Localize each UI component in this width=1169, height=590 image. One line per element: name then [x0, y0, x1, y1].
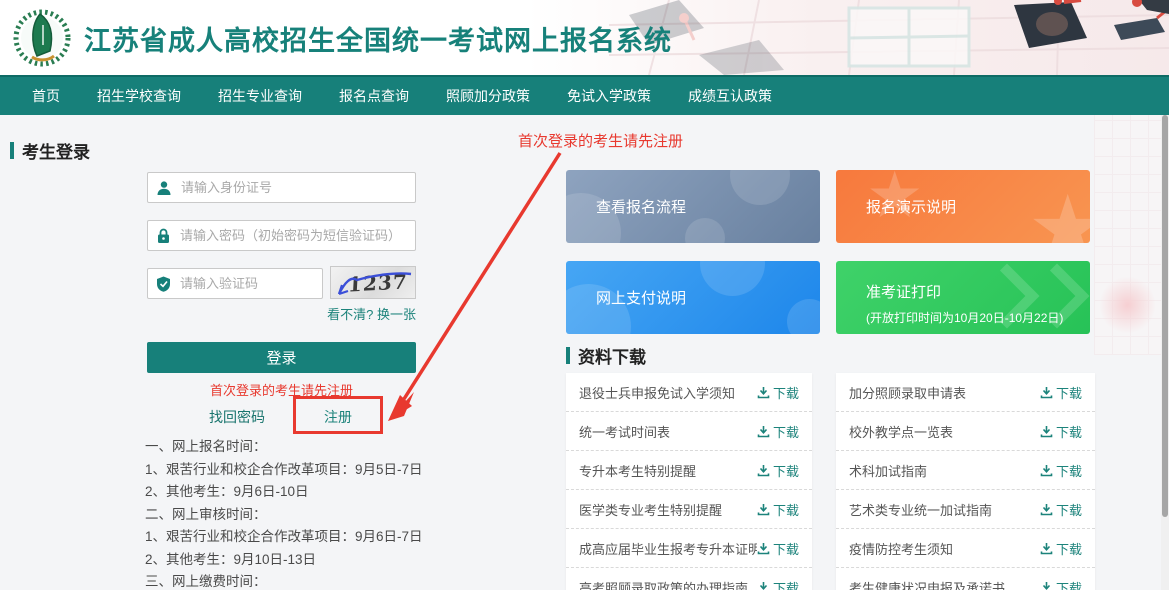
download-icon [757, 503, 770, 516]
nav-item-bonus-policy[interactable]: 照顾加分政策 [440, 77, 536, 115]
star-decoration: ★ [1027, 176, 1090, 243]
card-ticket-label: 准考证打印 [866, 281, 941, 302]
shield-check-icon [156, 276, 171, 292]
id-number-input[interactable] [181, 180, 407, 195]
section-accent-bar [566, 347, 570, 364]
download-icon [757, 464, 770, 477]
refresh-captcha-link[interactable]: 看不清? 换一张 [300, 304, 416, 323]
download-item: 医学类专业考生特别提醒 下载 [566, 490, 812, 529]
download-item: 退役士兵申报免试入学须知 下载 [566, 373, 812, 412]
download-icon [1040, 464, 1053, 477]
page-header: 江苏省成人高校招生全国统一考试网上报名系统 [0, 0, 1169, 75]
download-icon [757, 542, 770, 555]
card-view-flow[interactable]: 查看报名流程 [566, 170, 820, 243]
download-icon [1040, 581, 1053, 590]
download-link[interactable]: 下载 [1040, 461, 1082, 480]
password-input[interactable] [180, 228, 407, 243]
main-nav: 首页 招生学校查询 招生专业查询 报名点查询 照顾加分政策 免试入学政策 成绩互… [0, 75, 1169, 115]
card-payment-label: 网上支付说明 [596, 287, 686, 308]
register-annotation: 首次登录的考生请先注册 [518, 130, 683, 151]
download-icon [757, 425, 770, 438]
downloads-section-header: 资料下载 [566, 343, 646, 368]
card-admission-ticket[interactable]: 准考证打印 (开放打印时间为10月20日-10月22日) [836, 261, 1090, 334]
downloads-section-title: 资料下载 [578, 343, 646, 368]
download-link[interactable]: 下载 [757, 578, 799, 590]
download-link[interactable]: 下载 [1040, 500, 1082, 519]
login-section-header: 考生登录 [10, 138, 90, 163]
nav-item-score-policy[interactable]: 成绩互认政策 [682, 77, 778, 115]
id-number-field[interactable] [147, 172, 416, 203]
download-icon [1040, 425, 1053, 438]
downloads-right-panel: 加分照顾录取申请表 下载 校外教学点一览表 下载 术科加试指南 下载 艺术类专业… [836, 373, 1095, 590]
card-demo[interactable]: ★ ★ 报名演示说明 [836, 170, 1090, 243]
forgot-password-link[interactable]: 找回密码 [209, 407, 265, 427]
password-field[interactable] [147, 220, 416, 251]
first-login-note: 首次登录的考生请先注册 [147, 380, 416, 399]
login-section-title: 考生登录 [22, 138, 90, 163]
campus-photo-decoration [609, 0, 1169, 75]
download-link[interactable]: 下载 [757, 461, 799, 480]
download-item: 艺术类专业统一加试指南 下载 [836, 490, 1095, 529]
download-link[interactable]: 下载 [757, 500, 799, 519]
download-link[interactable]: 下载 [757, 383, 799, 402]
captcha-image[interactable]: 1237 [330, 266, 416, 299]
download-icon [757, 581, 770, 590]
download-item: 加分照顾录取申请表 下载 [836, 373, 1095, 412]
card-demo-label: 报名演示说明 [866, 196, 956, 217]
download-icon [757, 386, 770, 399]
download-item: 高考照顾录取政策的办理指南 下载 [566, 568, 812, 590]
nav-item-school-query[interactable]: 招生学校查询 [91, 77, 187, 115]
download-link[interactable]: 下载 [757, 422, 799, 441]
card-payment[interactable]: 网上支付说明 [566, 261, 820, 334]
download-item: 考生健康状况申报及承诺书 下载 [836, 568, 1095, 590]
download-item: 统一考试时间表 下载 [566, 412, 812, 451]
download-link[interactable]: 下载 [757, 539, 799, 558]
section-accent-bar [10, 142, 14, 159]
card-ticket-subtitle: (开放打印时间为10月20日-10月22日) [866, 309, 1063, 326]
download-item: 校外教学点一览表 下载 [836, 412, 1095, 451]
schedule-line: 2、其他考生：9月10日-13日 [145, 549, 565, 572]
download-link[interactable]: 下载 [1040, 539, 1082, 558]
lock-icon [156, 228, 171, 244]
download-link[interactable]: 下载 [1040, 578, 1082, 590]
downloads-left-panel: 退役士兵申报免试入学须知 下载 统一考试时间表 下载 专升本考生特别提醒 下载 … [566, 373, 812, 590]
scrollbar-thumb[interactable] [1162, 115, 1168, 517]
site-title: 江苏省成人高校招生全国统一考试网上报名系统 [84, 19, 672, 58]
registration-schedule: 一、网上报名时间： 1、艰苦行业和校企合作改革项目：9月5日-7日 2、其他考生… [145, 436, 565, 590]
download-item: 成高应届毕业生报考专升本证明 下载 [566, 529, 812, 568]
nav-item-exempt-policy[interactable]: 免试入学政策 [561, 77, 657, 115]
site-logo [10, 5, 74, 69]
download-item: 专升本考生特别提醒 下载 [566, 451, 812, 490]
schedule-line: 1、艰苦行业和校企合作改革项目：9月5日-7日 [145, 459, 565, 482]
download-item: 术科加试指南 下载 [836, 451, 1095, 490]
background-blob [1100, 275, 1155, 335]
user-icon [156, 180, 172, 196]
nav-item-major-query[interactable]: 招生专业查询 [212, 77, 308, 115]
nav-item-home[interactable]: 首页 [26, 77, 66, 115]
schedule-line: 二、网上审核时间： [145, 504, 565, 527]
download-icon [1040, 503, 1053, 516]
schedule-line: 三、网上缴费时间： [145, 571, 565, 590]
nav-item-site-query[interactable]: 报名点查询 [333, 77, 415, 115]
download-icon [1040, 386, 1053, 399]
schedule-line: 一、网上报名时间： [145, 436, 565, 459]
captcha-field[interactable] [147, 268, 323, 299]
login-button[interactable]: 登录 [147, 342, 416, 373]
download-link[interactable]: 下载 [1040, 422, 1082, 441]
schedule-line: 2、其他考生：9月6日-10日 [145, 481, 565, 504]
card-view-flow-label: 查看报名流程 [596, 196, 686, 217]
download-item: 疫情防控考生须知 下载 [836, 529, 1095, 568]
download-icon [1040, 542, 1053, 555]
schedule-line: 1、艰苦行业和校企合作改革项目：9月6日-7日 [145, 526, 565, 549]
download-link[interactable]: 下载 [1040, 383, 1082, 402]
register-link[interactable]: 注册 [324, 407, 352, 427]
captcha-pen-stroke [331, 267, 416, 299]
